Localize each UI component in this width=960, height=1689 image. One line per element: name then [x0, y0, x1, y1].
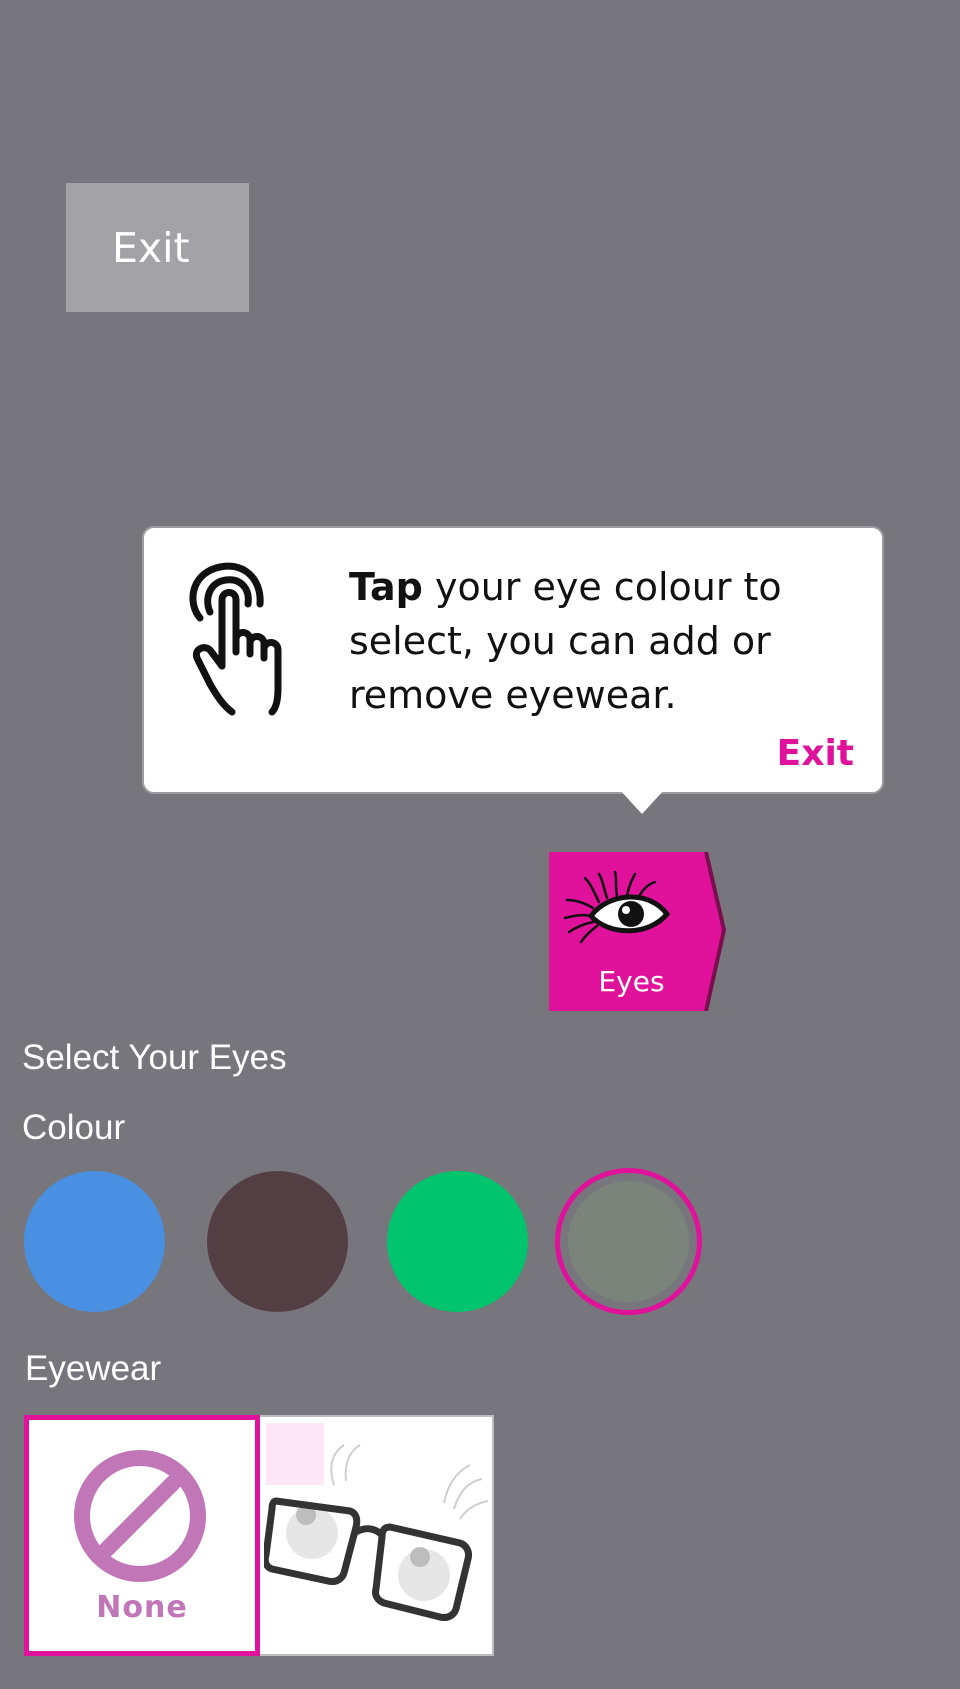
exit-button[interactable]: Exit: [66, 183, 249, 312]
tooltip-exit-link[interactable]: Exit: [777, 733, 854, 774]
colour-swatch-brown[interactable]: [207, 1171, 348, 1312]
colour-swatch-green[interactable]: [387, 1171, 528, 1312]
colour-swatch-grey[interactable]: [555, 1168, 702, 1315]
panel-title: Select Your Eyes: [22, 1038, 287, 1077]
eye-lashes-icon: [563, 870, 671, 944]
colour-section-label: Colour: [22, 1108, 126, 1147]
eyewear-none-label: None: [96, 1590, 188, 1625]
eyewear-option-glasses[interactable]: [260, 1415, 494, 1656]
tab-eyes-label: Eyes: [598, 965, 665, 998]
hint-tooltip: Tap your eye colour to select, you can a…: [142, 526, 884, 794]
eyewear-section-label: Eyewear: [25, 1349, 162, 1388]
tooltip-bold-word: Tap: [349, 565, 423, 609]
tooltip-message: Tap your eye colour to select, you can a…: [349, 560, 849, 722]
eyewear-option-none[interactable]: None: [24, 1415, 260, 1656]
colour-swatch-blue[interactable]: [24, 1171, 165, 1312]
none-prohibited-icon: [74, 1450, 206, 1582]
tooltip-arrow: [620, 790, 664, 814]
tap-hand-icon: [189, 562, 282, 716]
glasses-icon: [264, 1423, 489, 1621]
tab-eyes[interactable]: Eyes: [549, 852, 729, 1011]
colour-swatch-grey-fill: [568, 1181, 689, 1302]
